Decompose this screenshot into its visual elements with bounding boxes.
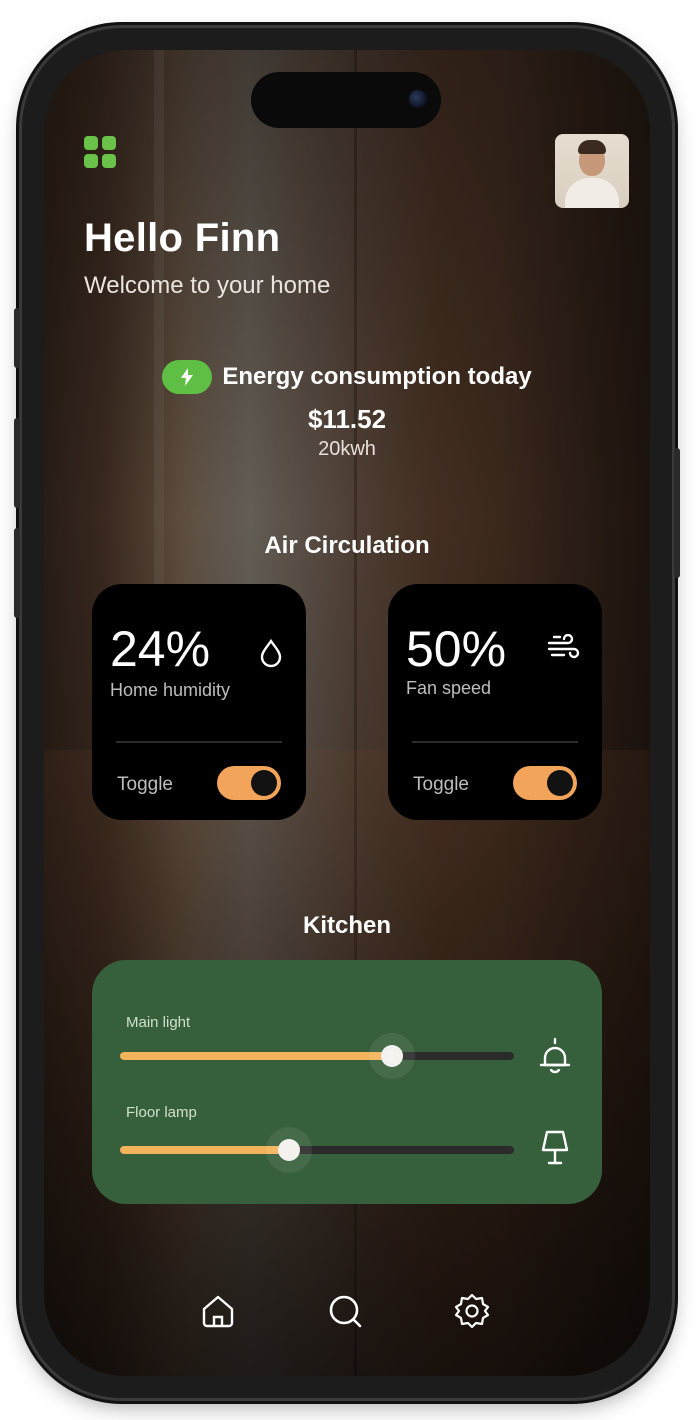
- humidity-label: Home humidity: [110, 680, 231, 700]
- wind-icon: [546, 633, 582, 668]
- lightning-bolt-icon: [162, 360, 213, 394]
- card-divider: [116, 741, 282, 743]
- volume-down-button: [14, 528, 20, 618]
- kitchen-card: Main light Floor lamp: [92, 960, 602, 1204]
- energy-usage: 20kwh: [318, 438, 376, 460]
- home-icon[interactable]: [199, 1292, 237, 1330]
- grid-menu-icon[interactable]: [84, 136, 118, 170]
- fan-toggle[interactable]: [513, 766, 577, 800]
- avatar-shirt: [565, 178, 619, 208]
- air-circulation-title: Air Circulation: [264, 532, 430, 559]
- camera-lens: [409, 90, 427, 108]
- main-light-thumb[interactable]: [368, 1033, 415, 1079]
- humidity-value: 24%: [110, 621, 211, 677]
- toggle-knob: [251, 770, 277, 796]
- app-screen: Hello Finn Welcome to your home Energy c…: [44, 50, 650, 1376]
- water-drop-icon: [258, 638, 284, 672]
- avatar-hair: [578, 140, 606, 154]
- power-button: [674, 448, 680, 578]
- kitchen-title: Kitchen: [302, 912, 391, 939]
- fan-speed-card: 50% Fan speed Toggle: [388, 584, 602, 820]
- energy-cost: $11.52: [307, 404, 387, 434]
- fan-toggle-label: Toggle: [413, 774, 469, 795]
- fan-speed-label: Fan speed: [406, 678, 492, 698]
- fan-speed-value: 50%: [406, 621, 507, 677]
- energy-header: Energy consumption today: [44, 360, 650, 394]
- main-light-fill: [120, 1052, 392, 1060]
- main-light-label: Main light: [126, 1014, 191, 1031]
- search-icon[interactable]: [327, 1292, 365, 1330]
- floor-lamp-icon: [538, 1128, 572, 1172]
- main-light-slider[interactable]: [120, 1033, 514, 1079]
- volume-up-button: [14, 418, 20, 508]
- greeting-title: Hello Finn: [84, 216, 281, 260]
- bell-light-icon: [538, 1036, 572, 1078]
- floor-lamp-slider[interactable]: [120, 1127, 514, 1173]
- humidity-card: 24% Home humidity Toggle: [92, 584, 306, 820]
- card-divider: [412, 741, 578, 743]
- greeting-subtitle: Welcome to your home: [84, 272, 331, 299]
- humidity-toggle-label: Toggle: [117, 774, 173, 795]
- dynamic-island: [251, 72, 441, 128]
- humidity-toggle[interactable]: [217, 766, 281, 800]
- settings-gear-icon[interactable]: [453, 1292, 491, 1330]
- floor-lamp-fill: [120, 1146, 290, 1154]
- floor-lamp-thumb[interactable]: [266, 1127, 313, 1173]
- floor-lamp-label: Floor lamp: [126, 1104, 197, 1121]
- energy-title: Energy consumption today: [222, 363, 532, 390]
- avatar[interactable]: [555, 134, 629, 208]
- toggle-knob: [547, 770, 573, 796]
- side-button: [14, 308, 20, 368]
